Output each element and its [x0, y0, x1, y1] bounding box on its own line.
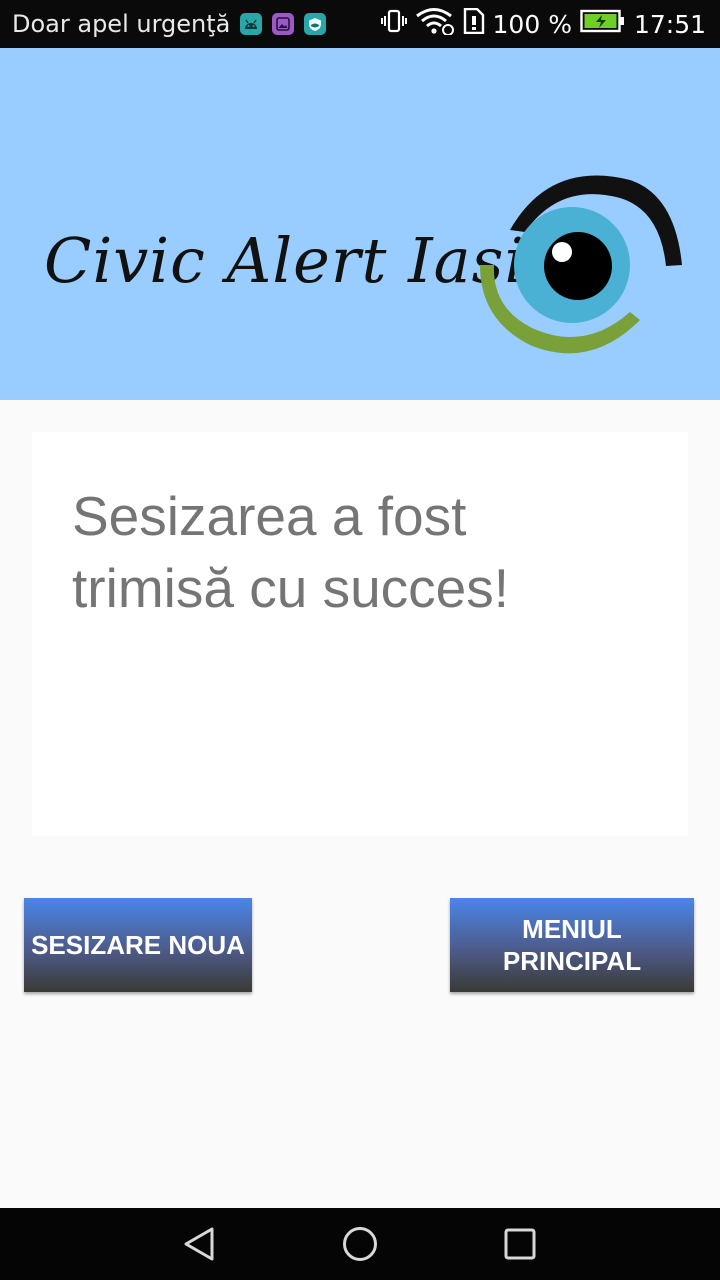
- main-menu-button[interactable]: MENIUL PRINCIPAL: [450, 898, 694, 992]
- navigation-bar: [0, 1208, 720, 1280]
- app-logo-text: Civic Alert Iasi: [44, 224, 526, 297]
- success-card: Sesizarea a fost trimisă cu succes!: [32, 432, 688, 836]
- home-icon[interactable]: [342, 1226, 378, 1262]
- gallery-icon: [272, 13, 295, 35]
- carrier-text: Doar apel urgenţă: [12, 10, 231, 38]
- battery-icon: [580, 9, 626, 39]
- shield-icon: [304, 13, 327, 35]
- recents-icon[interactable]: [502, 1226, 538, 1262]
- clock: 17:51: [633, 9, 706, 39]
- header-banner: Civic Alert Iasi: [0, 48, 720, 400]
- vibrate-icon: [380, 8, 407, 40]
- status-bar: Doar apel urgenţă 100 % 17:51: [0, 0, 720, 48]
- battery-percent: 100 %: [492, 9, 572, 39]
- back-icon[interactable]: [182, 1226, 218, 1262]
- status-left: Doar apel urgenţă: [0, 10, 327, 38]
- success-message: Sesizarea a fost trimisă cu succes!: [72, 485, 510, 619]
- sim-icon: [463, 7, 485, 40]
- wifi-icon: [415, 7, 455, 41]
- eye-logo-icon: [480, 175, 682, 354]
- new-report-button[interactable]: SESIZARE NOUA: [24, 898, 252, 992]
- status-right: 100 % 17:51: [380, 7, 720, 41]
- android-icon: [240, 13, 263, 35]
